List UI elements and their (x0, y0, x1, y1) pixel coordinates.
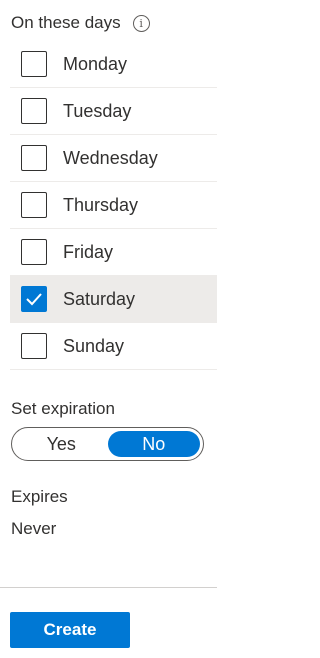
day-row-wednesday[interactable]: Wednesday (10, 135, 217, 182)
day-row-monday[interactable]: Monday (10, 41, 217, 88)
checkbox-wednesday[interactable] (21, 145, 47, 171)
expires-label: Expires (11, 487, 68, 506)
day-label-wednesday: Wednesday (63, 147, 158, 168)
expiration-toggle[interactable]: Yes No (11, 427, 204, 461)
checkbox-friday[interactable] (21, 239, 47, 265)
day-row-thursday[interactable]: Thursday (10, 182, 217, 229)
day-label-monday: Monday (63, 53, 128, 74)
days-list: Monday Tuesday Wednesday Thursday Friday (10, 41, 217, 370)
expiration-yes-option[interactable]: Yes (15, 431, 108, 457)
expires-value: Never (11, 519, 57, 538)
day-label-sunday: Sunday (63, 335, 125, 356)
days-section-header: On these days i (11, 12, 150, 34)
create-button[interactable]: Create (10, 612, 130, 648)
checkbox-saturday[interactable] (21, 286, 47, 312)
day-row-tuesday[interactable]: Tuesday (10, 88, 217, 135)
day-label-saturday: Saturday (63, 288, 136, 309)
checkbox-thursday[interactable] (21, 192, 47, 218)
day-label-friday: Friday (63, 241, 114, 262)
days-section-title: On these days (11, 13, 121, 32)
footer-divider (0, 587, 217, 588)
day-label-tuesday: Tuesday (63, 100, 132, 121)
checkbox-tuesday[interactable] (21, 98, 47, 124)
day-row-sunday[interactable]: Sunday (10, 323, 217, 370)
info-icon[interactable]: i (132, 14, 150, 32)
day-row-saturday[interactable]: Saturday (10, 276, 217, 323)
checkmark-icon (26, 293, 42, 306)
checkbox-monday[interactable] (21, 51, 47, 77)
schedule-panel: On these days i Monday Tuesday Wednesday (0, 0, 217, 658)
set-expiration-label: Set expiration (11, 399, 115, 418)
day-label-thursday: Thursday (63, 194, 139, 215)
expiration-no-option[interactable]: No (107, 431, 200, 457)
checkbox-sunday[interactable] (21, 333, 47, 359)
day-row-friday[interactable]: Friday (10, 229, 217, 276)
